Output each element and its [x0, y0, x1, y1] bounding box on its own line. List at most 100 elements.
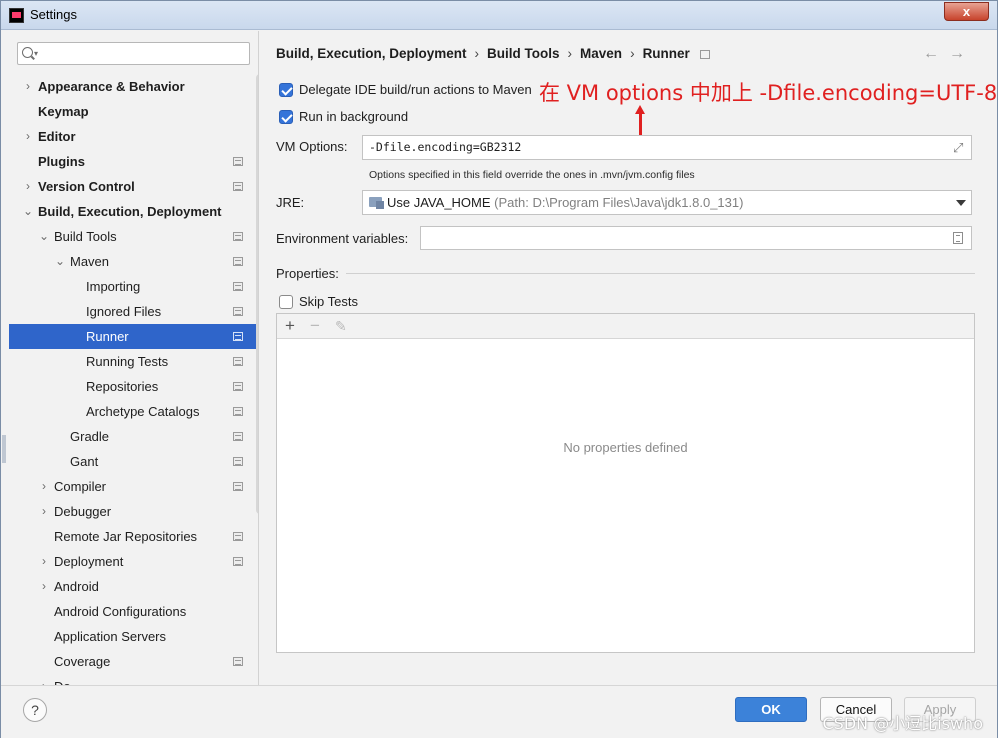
chevron-right-icon[interactable]: ›: [38, 574, 50, 599]
vm-options-input[interactable]: -Dfile.encoding=GB2312: [362, 135, 972, 160]
skip-tests-checkbox[interactable]: [279, 295, 293, 309]
vm-options-label: VM Options:: [276, 139, 348, 154]
sidebar-item[interactable]: Gradle: [9, 424, 258, 449]
sidebar-item-label: Ignored Files: [86, 304, 162, 319]
settings-sidebar: ▾ › Appearance & Behavior Keymap › Editor Plu…: [9, 31, 259, 685]
sidebar-item[interactable]: Remote Jar Repositories: [9, 524, 258, 549]
sidebar-item[interactable]: Running Tests: [9, 349, 258, 374]
window-title: Settings: [30, 7, 77, 22]
search-field[interactable]: ▾: [17, 42, 250, 65]
sidebar-item[interactable]: Keymap: [9, 99, 258, 124]
chevron-right-icon[interactable]: ›: [38, 474, 50, 499]
sidebar-item[interactable]: Android Configurations: [9, 599, 258, 624]
expand-icon[interactable]: [953, 137, 965, 160]
sidebar-item[interactable]: › Debugger: [9, 499, 258, 524]
properties-section-title: Properties:: [276, 266, 339, 281]
project-scope-icon: [233, 432, 243, 441]
chevron-down-icon[interactable]: ⌄: [54, 249, 66, 274]
sidebar-item[interactable]: Importing: [9, 274, 258, 299]
sidebar-item[interactable]: ⌄ Build, Execution, Deployment: [9, 199, 258, 224]
ok-button[interactable]: OK: [735, 697, 807, 722]
sidebar-item-label: Remote Jar Repositories: [54, 529, 198, 544]
properties-table[interactable]: + − ✎ No properties defined: [276, 313, 975, 653]
sidebar-item[interactable]: › Version Control: [9, 174, 258, 199]
breadcrumb-item: Build, Execution, Deployment: [276, 46, 467, 61]
sidebar-item-label: Plugins: [38, 154, 85, 169]
sidebar-item-label: Do…: [54, 674, 84, 685]
breadcrumb-item: Build Tools: [487, 46, 560, 61]
left-edge-scroll: [2, 435, 6, 463]
add-icon[interactable]: +: [285, 316, 295, 336]
project-scope-icon: [233, 657, 243, 666]
sidebar-item[interactable]: › Appearance & Behavior: [9, 74, 258, 99]
edit-icon[interactable]: ✎: [335, 316, 347, 336]
breadcrumb-separator: ›: [474, 46, 480, 61]
forward-arrow-icon[interactable]: →: [949, 45, 975, 62]
breadcrumb: Build, Execution, Deployment › Build Tools…: [276, 46, 710, 61]
sidebar-item-label: Android Configurations: [54, 604, 187, 619]
jre-label: JRE:: [276, 195, 305, 210]
back-arrow-icon[interactable]: ←: [923, 45, 949, 62]
sidebar-item[interactable]: › Compiler: [9, 474, 258, 499]
environment-variables-input[interactable]: [420, 226, 972, 250]
sidebar-item-label: Gradle: [70, 429, 110, 444]
sidebar-item[interactable]: ⌄ Maven: [9, 249, 258, 274]
red-annotation-arrow: [635, 105, 645, 135]
sidebar-item[interactable]: Ignored Files: [9, 299, 258, 324]
close-button[interactable]: x: [944, 2, 989, 21]
project-scope-icon: [233, 482, 243, 491]
browse-list-icon[interactable]: [953, 232, 963, 244]
sidebar-item-label: Appearance & Behavior: [38, 79, 185, 94]
run-in-background-label[interactable]: Run in background: [299, 109, 408, 124]
sidebar-item-label: Deployment: [54, 554, 124, 569]
sidebar-item[interactable]: ⌄ Build Tools: [9, 224, 258, 249]
sidebar-item[interactable]: › Editor: [9, 124, 258, 149]
sidebar-item[interactable]: Runner: [9, 324, 258, 349]
jre-value: Use JAVA_HOME: [387, 195, 491, 210]
sidebar-item[interactable]: Repositories: [9, 374, 258, 399]
chevron-right-icon[interactable]: ›: [22, 124, 34, 149]
properties-toolbar: + − ✎: [277, 314, 974, 339]
sidebar-item-label: Editor: [38, 129, 76, 144]
chevron-down-icon[interactable]: ⌄: [38, 224, 50, 249]
chevron-right-icon[interactable]: ›: [22, 174, 34, 199]
project-scope-icon: [233, 182, 243, 191]
sidebar-item[interactable]: Plugins: [9, 149, 258, 174]
chevron-right-icon[interactable]: ›: [38, 549, 50, 574]
delegate-label[interactable]: Delegate IDE build/run actions to Maven: [299, 82, 532, 97]
chevron-right-icon[interactable]: ›: [38, 499, 50, 524]
chevron-right-icon[interactable]: ›: [38, 674, 50, 685]
help-button[interactable]: ?: [23, 698, 47, 722]
chevron-down-icon[interactable]: ⌄: [22, 199, 34, 224]
project-scope-icon: [233, 532, 243, 541]
project-scope-icon: [699, 49, 710, 59]
red-annotation-text: 在 VM options 中加上 -Dfile.encoding=UTF-8: [539, 81, 998, 105]
jdk-folder-icon: [369, 197, 384, 209]
chevron-down-icon[interactable]: [956, 200, 966, 206]
sidebar-item[interactable]: Gant: [9, 449, 258, 474]
jre-select[interactable]: Use JAVA_HOME (Path: D:\Program Files\Ja…: [362, 190, 972, 215]
sidebar-item[interactable]: Archetype Catalogs: [9, 399, 258, 424]
environment-variables-label: Environment variables:: [276, 231, 409, 246]
sidebar-item[interactable]: › Android: [9, 574, 258, 599]
sidebar-item[interactable]: Application Servers: [9, 624, 258, 649]
vm-options-value: -Dfile.encoding=GB2312: [369, 140, 522, 154]
sidebar-item[interactable]: › Do…: [9, 674, 258, 685]
breadcrumb-separator: ›: [567, 46, 573, 61]
breadcrumb-item: Maven: [580, 46, 623, 61]
sidebar-scrollbar[interactable]: [256, 74, 258, 514]
title-bar: Settings x: [1, 1, 997, 30]
sidebar-item-label: Android: [54, 579, 99, 594]
search-dropdown-icon[interactable]: ▾: [34, 49, 38, 58]
sidebar-item[interactable]: › Deployment: [9, 549, 258, 574]
search-icon: [22, 47, 33, 58]
chevron-right-icon[interactable]: ›: [22, 74, 34, 99]
sidebar-item[interactable]: Coverage: [9, 649, 258, 674]
runner-settings-panel: Build, Execution, Deployment › Build Tools…: [260, 31, 997, 685]
skip-tests-label[interactable]: Skip Tests: [299, 294, 358, 309]
sidebar-item-label: Application Servers: [54, 629, 166, 644]
settings-tree: › Appearance & Behavior Keymap › Editor Plugi…: [9, 74, 258, 685]
run-in-background-checkbox[interactable]: [279, 110, 293, 124]
remove-icon[interactable]: −: [310, 316, 320, 336]
delegate-checkbox[interactable]: [279, 83, 293, 97]
